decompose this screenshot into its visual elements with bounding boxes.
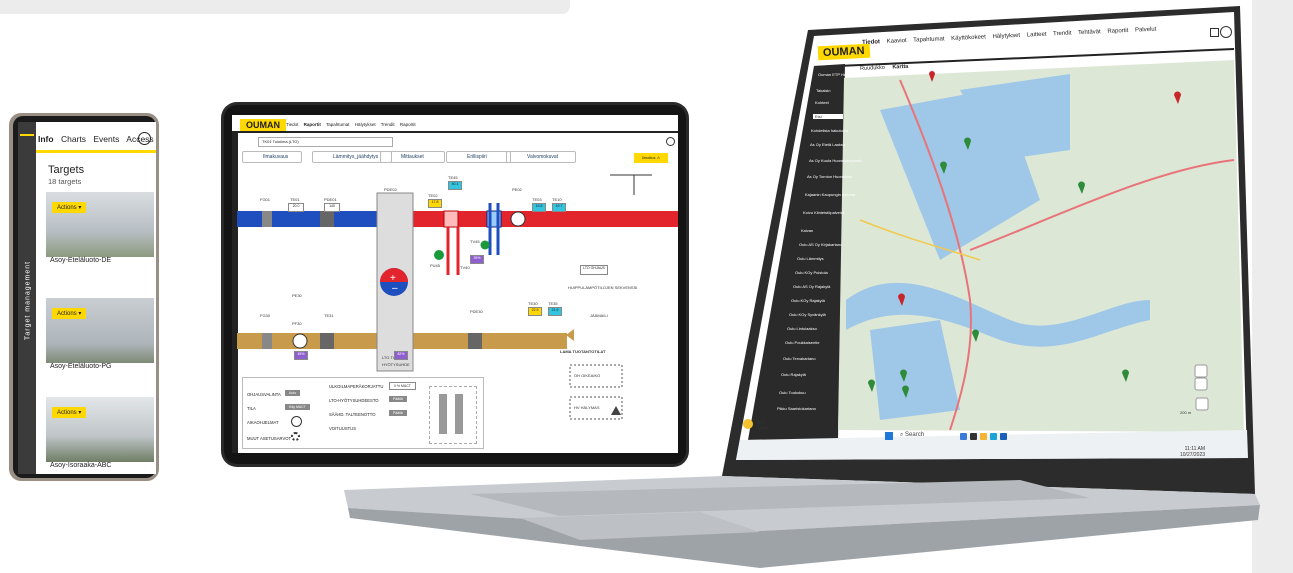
sidebar-title: Ouman ETP Helsinki Asemat [818, 72, 870, 77]
sidebar-item[interactable]: Oulu Toukokuu [779, 390, 806, 395]
sidebar-item[interactable]: As Oy Tornion Huoneistot [807, 174, 852, 179]
tab-ruudukko[interactable]: Ruudukko [860, 65, 885, 72]
sidebar-item[interactable]: Oulu Rajakylä [781, 372, 806, 377]
laptop-body [344, 6, 1260, 568]
app-icon[interactable] [1000, 433, 1007, 440]
zoom-out-button[interactable] [1194, 377, 1208, 391]
sidebar-item[interactable]: As Oy Etelä Laakso [810, 142, 845, 147]
sidebar-item[interactable]: Oulu Lintulaakso [787, 326, 817, 331]
sidebar-item[interactable]: Pikku Saaristokartano [777, 406, 816, 411]
home-icon[interactable] [1210, 28, 1219, 37]
sidebar-item[interactable]: As Oy Kuula Huoneistoryhmä [809, 158, 861, 163]
sidebar-item[interactable]: Oulu Lämmitys [797, 256, 824, 261]
sidebar-item[interactable]: Oulu AS Oy Rajakylä [793, 284, 830, 289]
nav-item[interactable]: Tehtävät [1078, 29, 1101, 36]
sidebar-item[interactable]: Oulu KOy Puistola [795, 270, 828, 275]
sidebar-item[interactable]: Takaisin [816, 88, 830, 93]
edge-icon[interactable] [990, 433, 997, 440]
nav-item[interactable]: Palvelut [1135, 27, 1157, 34]
sidebar-item[interactable]: Oulu Poukkaisentie [785, 340, 819, 345]
sidebar-item[interactable]: Oulu KOy Syvänkylä [789, 312, 826, 317]
sidebar-item[interactable]: Oulu KOy Rajakylä [791, 298, 825, 303]
sidebar-item[interactable]: Kajaanin Kaupungin Asemat [805, 192, 855, 197]
weather-widget[interactable]: 16°F Sunny [756, 420, 769, 430]
nav-item[interactable]: Raportit [1107, 28, 1128, 35]
windows-start-icon[interactable] [885, 432, 893, 440]
map-scale: 200 m [1180, 410, 1192, 415]
folder-icon[interactable] [980, 433, 987, 440]
sidebar-item[interactable]: Koivu Kiinteistöpalvelut [803, 210, 844, 215]
clock-date: 10/27/2023 [1180, 452, 1206, 458]
sidebar-item[interactable]: Oulu AS Oy Kirjakartano [799, 242, 842, 247]
app-icon[interactable] [960, 433, 967, 440]
user-icon[interactable] [1220, 26, 1232, 38]
taskbar-clock[interactable]: 11:11 AM 10/27/2023 [1180, 446, 1205, 458]
sidebar-item[interactable]: Kohdelista hakutulos [811, 128, 848, 133]
zoom-in-button[interactable] [1194, 364, 1208, 378]
laptop-logo: OUMAN [817, 43, 870, 61]
sidebar-search-input[interactable]: Etsi [813, 114, 843, 119]
sidebar-item[interactable]: Kohteet [815, 100, 829, 105]
tab-kartta[interactable]: Kartta [892, 64, 908, 71]
sidebar-item[interactable]: Kalvan [801, 228, 813, 233]
sun-icon [743, 419, 753, 429]
nav-item[interactable]: Kaaviot [887, 38, 907, 45]
sidebar-item[interactable]: Oulu Tervakartano [783, 356, 816, 361]
taskbar-search[interactable]: ⌕ Search [900, 432, 924, 439]
nav-item[interactable]: Tiedot [862, 39, 880, 46]
app-icon[interactable] [970, 433, 977, 440]
nav-item[interactable]: Hälytykset [992, 33, 1020, 40]
nav-item[interactable]: Laitteet [1027, 32, 1047, 39]
locate-button[interactable] [1195, 397, 1209, 411]
weather-desc: Sunny [756, 425, 769, 430]
nav-item[interactable]: Trendit [1053, 30, 1072, 37]
